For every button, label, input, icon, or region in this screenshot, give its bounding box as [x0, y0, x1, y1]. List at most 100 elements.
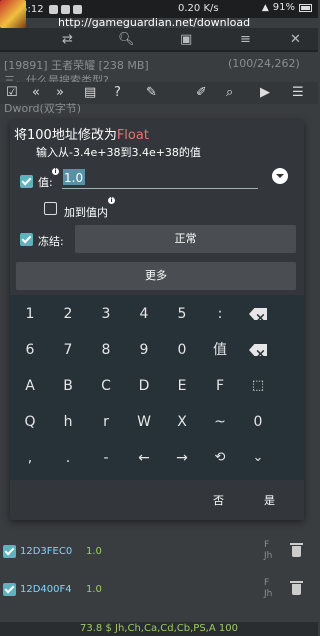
- key[interactable]: →: [162, 443, 202, 473]
- dialog-title-prefix: 将100地址修改为: [14, 128, 117, 143]
- delete-icon[interactable]: [290, 581, 303, 595]
- row-address: 12D400F4: [20, 584, 72, 595]
- check-all-icon[interactable]: ☑: [6, 85, 18, 100]
- key[interactable]: A: [10, 371, 50, 401]
- row-checkbox[interactable]: [3, 545, 16, 558]
- freeze-checkbox[interactable]: [20, 233, 33, 246]
- list-item[interactable]: 12D400F4 1.0 F Jh: [0, 578, 318, 604]
- signal-icon: ▲: [261, 2, 269, 13]
- tab-icon[interactable]: ⇄: [62, 32, 73, 47]
- key[interactable]: 0: [238, 407, 278, 437]
- row-type-line: Jh: [264, 551, 273, 561]
- notification-icons: [48, 4, 82, 14]
- dialog-title: 将100地址修改为Float: [14, 124, 149, 143]
- search-icon[interactable]: ⌕: [226, 85, 233, 100]
- value-checkbox[interactable]: [20, 175, 33, 188]
- key[interactable]: :: [200, 299, 240, 329]
- menu-tab-icon[interactable]: ≡: [240, 32, 251, 47]
- key[interactable]: 8: [86, 335, 126, 365]
- key[interactable]: ,: [10, 443, 50, 473]
- play-icon[interactable]: ▶: [260, 85, 270, 100]
- key[interactable]: r: [86, 407, 126, 437]
- key[interactable]: 9: [124, 335, 164, 365]
- key[interactable]: 1: [10, 299, 50, 329]
- result-count: (100/24,262): [228, 57, 300, 70]
- freeze-label: 冻结:: [38, 235, 64, 248]
- delete-icon[interactable]: [290, 543, 303, 557]
- key[interactable]: 值: [200, 335, 240, 365]
- forward-icon[interactable]: »: [56, 85, 64, 100]
- status-right: ▲ 91%: [262, 2, 312, 13]
- key[interactable]: .: [48, 443, 88, 473]
- key[interactable]: W: [124, 407, 164, 437]
- key[interactable]: X: [162, 407, 202, 437]
- key[interactable]: 5: [162, 299, 202, 329]
- dialog-subtitle: 输入从-3.4e+38到3.4e+38的值: [36, 146, 201, 159]
- cancel-button[interactable]: 否: [213, 492, 224, 508]
- game-avatar-icon[interactable]: [0, 0, 26, 28]
- row-checkbox[interactable]: [3, 583, 16, 596]
- search-tab-icon[interactable]: 🔍︎: [118, 32, 135, 47]
- collapse-icon[interactable]: ⌄: [238, 443, 278, 473]
- save-icon[interactable]: ▤: [84, 85, 96, 100]
- history-icon[interactable]: ⟲: [200, 443, 240, 473]
- key[interactable]: h: [48, 407, 88, 437]
- row-value: 1.0: [86, 584, 102, 595]
- net-speed: 0.20 K/s: [178, 3, 219, 14]
- saved-list-tab-icon[interactable]: ▣: [180, 32, 192, 47]
- value-label: 值:: [38, 176, 53, 189]
- key[interactable]: 0: [162, 335, 202, 365]
- backspace-icon[interactable]: [238, 299, 278, 329]
- key[interactable]: ←: [124, 443, 164, 473]
- row-type-line: Jh: [264, 589, 273, 599]
- list-item[interactable]: 12D3FEC0 1.0 F Jh: [0, 540, 318, 566]
- dialog-footer: 否 是: [10, 480, 304, 520]
- notification-icon: [60, 4, 70, 14]
- bg-text-line: Dword(双字节): [4, 102, 82, 115]
- within-label: 加到值内: [64, 206, 108, 219]
- key[interactable]: B: [48, 371, 88, 401]
- value-type: Float: [116, 128, 149, 143]
- select-all-icon[interactable]: ⬚: [238, 371, 278, 401]
- battery-icon: [299, 3, 312, 12]
- rewind-icon[interactable]: «: [32, 85, 40, 100]
- row-type: F Jh: [264, 578, 272, 600]
- key[interactable]: 7: [48, 335, 88, 365]
- edit-value-icon[interactable]: ✐: [196, 85, 207, 100]
- row-address: 12D3FEC0: [20, 546, 73, 557]
- battery-percent: 91%: [272, 2, 295, 13]
- key[interactable]: 4: [124, 299, 164, 329]
- info-icon[interactable]: i: [108, 197, 115, 204]
- status-footer: 73.8 $ Jh,Ch,Ca,Cd,Cb,PS,A 100: [0, 622, 318, 636]
- key[interactable]: F: [200, 371, 240, 401]
- menu-icon[interactable]: ☰: [292, 85, 304, 100]
- key[interactable]: 3: [86, 299, 126, 329]
- process-info: [19891] 王者荣耀 [238 MB]: [4, 59, 149, 72]
- notification-icon: [48, 4, 58, 14]
- notification-icon: [72, 4, 82, 14]
- row-type: F Jh: [264, 540, 272, 562]
- value-input[interactable]: [62, 167, 258, 189]
- top-tab-bar: ⇄ 🔍︎ ▣ ≡ ✕: [0, 28, 318, 52]
- within-checkbox[interactable]: [44, 202, 57, 215]
- key[interactable]: -: [86, 443, 126, 473]
- key[interactable]: 6: [10, 335, 50, 365]
- close-icon[interactable]: ✕: [290, 32, 301, 47]
- edit-icon[interactable]: ✎: [146, 85, 157, 100]
- key[interactable]: D: [124, 371, 164, 401]
- numeric-keyboard: 12345:67890值ABCDEF⬚QhrWX~0,.-←→⟲⌄: [10, 295, 304, 480]
- key[interactable]: C: [86, 371, 126, 401]
- freeze-mode-button[interactable]: 正常: [75, 225, 296, 253]
- row-type-line: F: [264, 540, 270, 550]
- value-history-dropdown-icon[interactable]: [272, 168, 288, 184]
- ok-button[interactable]: 是: [264, 492, 275, 508]
- backspace-icon[interactable]: [238, 335, 278, 365]
- key[interactable]: Q: [10, 407, 50, 437]
- row-value: 1.0: [86, 546, 102, 557]
- info-icon[interactable]: i: [52, 168, 59, 175]
- key[interactable]: ~: [200, 407, 240, 437]
- key[interactable]: E: [162, 371, 202, 401]
- help-icon[interactable]: ?: [114, 85, 121, 100]
- more-button[interactable]: 更多: [16, 262, 296, 290]
- key[interactable]: 2: [48, 299, 88, 329]
